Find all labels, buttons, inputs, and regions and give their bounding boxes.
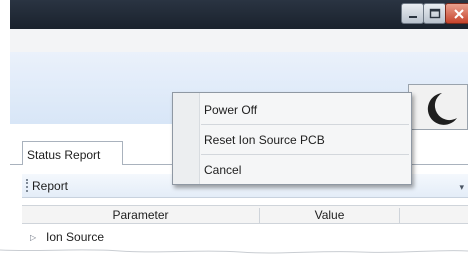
expand-triangle-icon[interactable]: ▷ [30, 233, 36, 242]
toolbar-grip[interactable] [26, 179, 28, 192]
row-label-ion-source: Ion Source [46, 230, 105, 244]
toolbar-overflow-icon[interactable]: ▾ [459, 182, 464, 193]
grid-header: Parameter Value [22, 205, 468, 224]
minimize-icon [408, 15, 417, 18]
context-menu-gutter [173, 93, 200, 184]
column-header-value[interactable]: Value [260, 208, 400, 223]
column-header-parameter[interactable]: Parameter [22, 208, 260, 223]
menu-strip [10, 29, 468, 52]
toolbar-report-label: Report [32, 179, 69, 193]
crescent-icon [427, 93, 457, 125]
close-button[interactable] [445, 3, 468, 24]
menu-separator [201, 124, 409, 125]
menu-item-cancel[interactable]: Cancel [201, 157, 411, 181]
table-row[interactable]: ▷ Ion Source [22, 228, 468, 248]
close-icon [454, 8, 464, 19]
maximize-button[interactable] [423, 3, 446, 24]
status-indicator [408, 84, 468, 130]
menu-item-power-off[interactable]: Power Off [201, 97, 411, 121]
context-menu: Power Off Reset Ion Source PCB Cancel [172, 92, 412, 185]
tab-status-report[interactable]: Status Report [22, 141, 123, 165]
torn-edge [0, 249, 468, 259]
window-titlebar [10, 0, 468, 29]
minimize-button[interactable] [401, 3, 424, 24]
maximize-icon [429, 8, 440, 19]
menu-separator [201, 154, 409, 155]
menu-item-reset-ion-source-pcb[interactable]: Reset Ion Source PCB [201, 127, 411, 151]
